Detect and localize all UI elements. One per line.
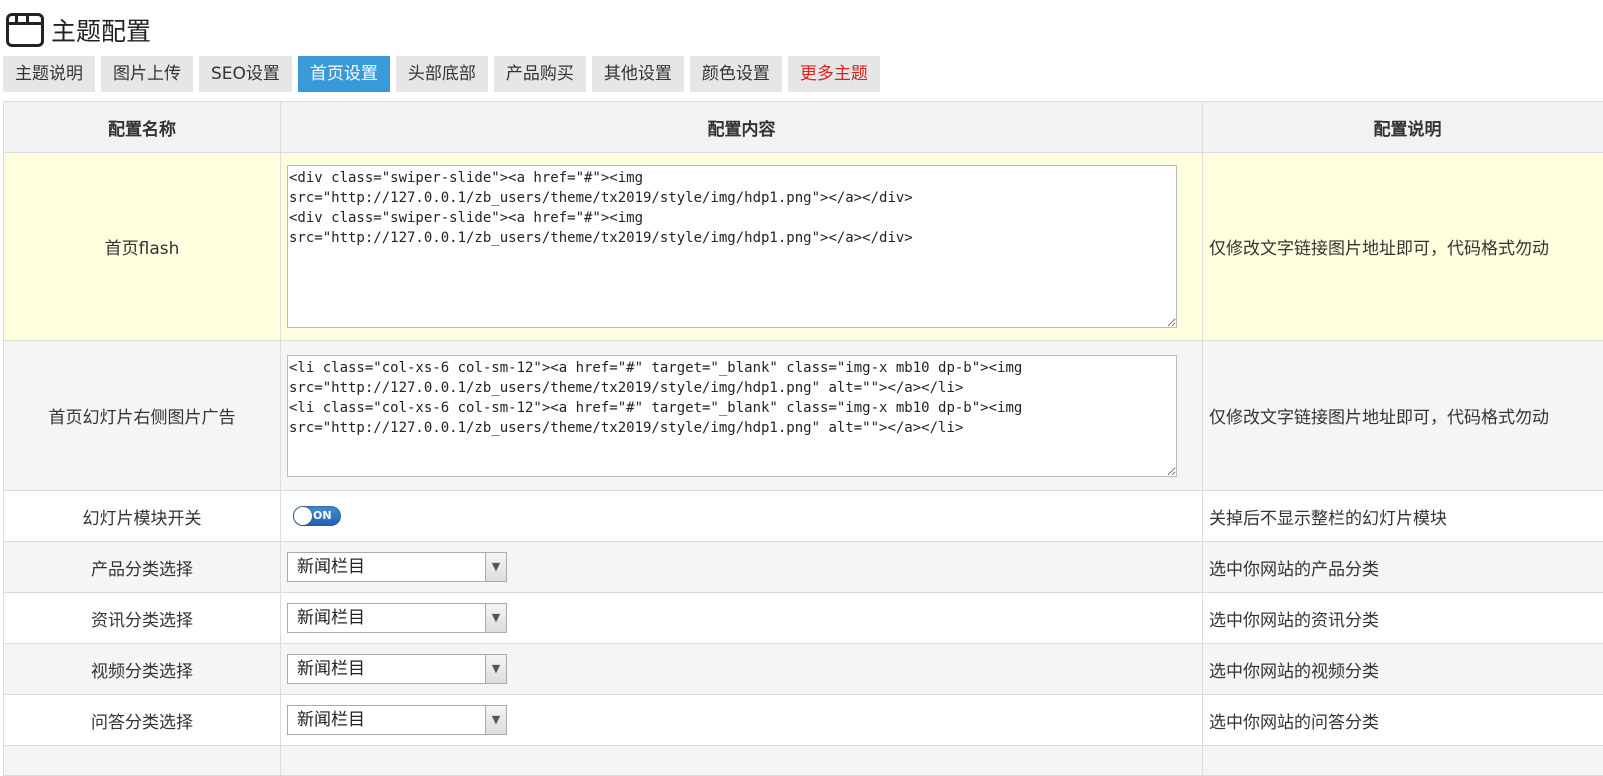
tab-bar: 主题说明 图片上传 SEO设置 首页设置 头部底部 产品购买 其他设置 颜色设置… <box>3 56 886 92</box>
table-row: 视频分类选择 新闻栏目 ▼ 选中你网站的视频分类 <box>4 644 1603 695</box>
tab-homepage[interactable]: 首页设置 <box>298 56 390 92</box>
tab-header-footer[interactable]: 头部底部 <box>396 56 488 92</box>
table-row: 问答分类选择 新闻栏目 ▼ 选中你网站的问答分类 <box>4 695 1603 746</box>
row-description: 仅修改文字链接图片地址即可，代码格式勿动 <box>1203 341 1603 491</box>
row-description: 关掉后不显示整栏的幻灯片模块 <box>1203 491 1603 542</box>
select-value: 新闻栏目 <box>297 604 365 633</box>
row-description: 选中你网站的产品分类 <box>1203 542 1603 593</box>
row-description: 选中你网站的资讯分类 <box>1203 593 1603 644</box>
homepage-flash-textarea[interactable]: <div class="swiper-slide"><a href="#"><i… <box>287 165 1177 328</box>
config-table: 配置名称 配置内容 配置说明 首页flash <div class="swipe… <box>3 101 1603 776</box>
qa-category-select[interactable]: 新闻栏目 ▼ <box>287 705 507 735</box>
table-row: 幻灯片模块开关 ON 关掉后不显示整栏的幻灯片模块 <box>4 491 1603 542</box>
chevron-down-icon[interactable]: ▼ <box>485 553 506 581</box>
row-label: 资讯分类选择 <box>4 593 281 644</box>
table-row: 首页幻灯片右侧图片广告 <li class="col-xs-6 col-sm-1… <box>4 341 1603 491</box>
toggle-label: ON <box>313 506 332 526</box>
row-label: 视频分类选择 <box>4 644 281 695</box>
tab-purchase[interactable]: 产品购买 <box>494 56 586 92</box>
tab-colors[interactable]: 颜色设置 <box>690 56 782 92</box>
row-description: 选中你网站的问答分类 <box>1203 695 1603 746</box>
product-category-select[interactable]: 新闻栏目 ▼ <box>287 552 507 582</box>
slider-module-toggle[interactable]: ON <box>293 506 341 526</box>
tab-other[interactable]: 其他设置 <box>592 56 684 92</box>
video-category-select[interactable]: 新闻栏目 ▼ <box>287 654 507 684</box>
header-config-name: 配置名称 <box>4 102 281 153</box>
row-label: 问答分类选择 <box>4 695 281 746</box>
select-value: 新闻栏目 <box>297 655 365 684</box>
row-label: 首页flash <box>4 153 281 341</box>
table-row: 产品分类选择 新闻栏目 ▼ 选中你网站的产品分类 <box>4 542 1603 593</box>
header-config-desc: 配置说明 <box>1203 102 1603 153</box>
select-value: 新闻栏目 <box>297 706 365 735</box>
row-description: 选中你网站的视频分类 <box>1203 644 1603 695</box>
tab-theme-intro[interactable]: 主题说明 <box>3 56 95 92</box>
table-row <box>4 746 1603 776</box>
table-header-row: 配置名称 配置内容 配置说明 <box>4 102 1603 153</box>
slider-ad-textarea[interactable]: <li class="col-xs-6 col-sm-12"><a href="… <box>287 355 1177 477</box>
news-category-select[interactable]: 新闻栏目 ▼ <box>287 603 507 633</box>
table-row: 首页flash <div class="swiper-slide"><a hre… <box>4 153 1603 341</box>
chevron-down-icon[interactable]: ▼ <box>485 655 506 683</box>
tab-seo[interactable]: SEO设置 <box>199 56 292 92</box>
tab-image-upload[interactable]: 图片上传 <box>101 56 193 92</box>
row-label: 产品分类选择 <box>4 542 281 593</box>
tab-more-themes[interactable]: 更多主题 <box>788 56 880 92</box>
table-row: 资讯分类选择 新闻栏目 ▼ 选中你网站的资讯分类 <box>4 593 1603 644</box>
page-title: 主题配置 <box>51 12 151 48</box>
header-config-content: 配置内容 <box>281 102 1203 153</box>
chevron-down-icon[interactable]: ▼ <box>485 706 506 734</box>
window-icon <box>6 13 44 47</box>
page-header: 主题配置 <box>6 10 151 50</box>
row-label: 首页幻灯片右侧图片广告 <box>4 341 281 491</box>
toggle-knob <box>294 507 312 525</box>
row-label: 幻灯片模块开关 <box>4 491 281 542</box>
row-description: 仅修改文字链接图片地址即可，代码格式勿动 <box>1203 153 1603 341</box>
chevron-down-icon[interactable]: ▼ <box>485 604 506 632</box>
select-value: 新闻栏目 <box>297 553 365 582</box>
